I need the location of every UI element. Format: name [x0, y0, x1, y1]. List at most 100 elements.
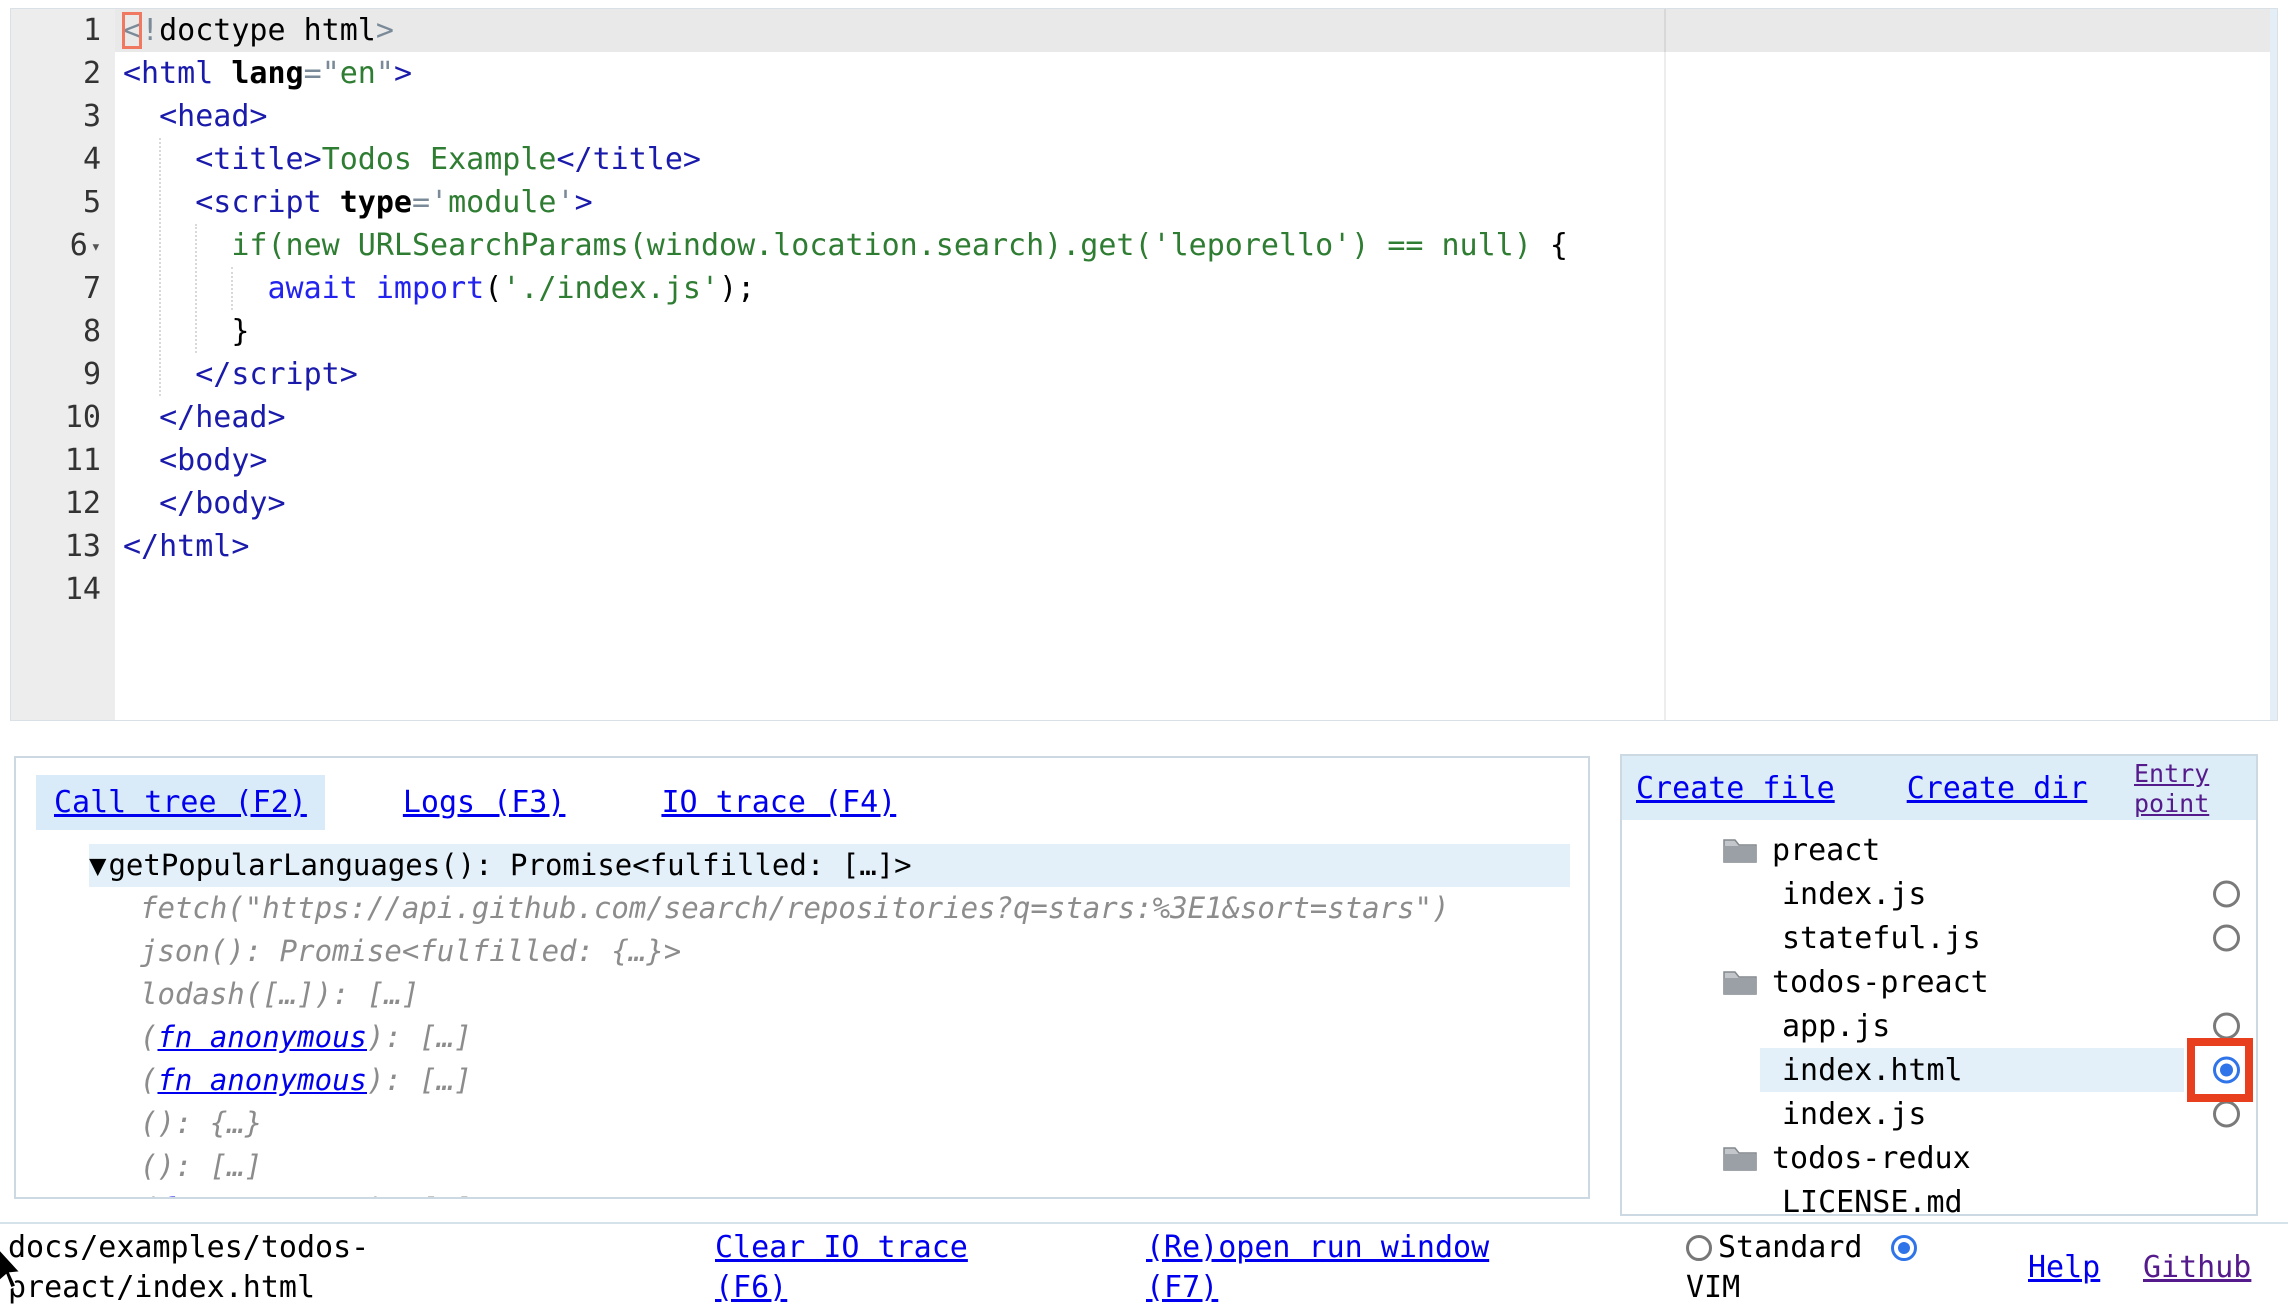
code-token: = [412, 185, 430, 220]
vim-mode-label: VIM [1686, 1268, 1740, 1308]
folder-row-todos-redux[interactable]: todos-redux [1622, 1136, 2256, 1180]
github-link[interactable]: Github [2143, 1248, 2251, 1288]
line-number[interactable]: 1 [11, 9, 115, 52]
call-tree-row-label: getPopularLanguages(): Promise<fulfilled… [108, 848, 911, 882]
line-number[interactable]: 2 [11, 52, 115, 95]
code-line: 8 } [11, 310, 2277, 353]
code-line: 12 </body> [11, 482, 2277, 525]
file-name: app.js [1782, 1009, 1890, 1044]
file-name: todos-preact [1772, 965, 1989, 1000]
code-line: 13</html> [11, 525, 2277, 568]
code-token: './index.js' [502, 271, 719, 306]
call-tree-row[interactable]: (fn anonymous): […] [140, 1188, 1588, 1199]
call-tree-row-text: ( [140, 1063, 157, 1097]
code-token [123, 228, 231, 263]
collapse-arrow-icon[interactable]: ▼ [89, 848, 106, 882]
file-row-index-html[interactable]: index.html [1622, 1048, 2256, 1092]
call-tree-panel: Call tree (F2) Logs (F3) IO trace (F4) ▼ge… [14, 756, 1590, 1199]
vim-mode-radio[interactable] [1891, 1235, 1917, 1261]
line-number[interactable]: 8 [11, 310, 115, 353]
call-tree-row[interactable]: lodash([…]): […] [140, 973, 1588, 1016]
file-name: stateful.js [1782, 921, 1981, 956]
call-tree-row[interactable]: (fn anonymous): […] [140, 1059, 1588, 1102]
create-file-link[interactable]: Create file [1636, 771, 1835, 806]
call-tree-row-text: json(): Promise<fulfilled: {…}> [140, 934, 681, 968]
folder-icon [1722, 836, 1758, 864]
line-number[interactable]: 10 [11, 396, 115, 439]
line-number[interactable]: 9 [11, 353, 115, 396]
call-tree: ▼getPopularLanguages(): Promise<fulfille… [16, 844, 1588, 1199]
mouse-cursor-icon [0, 1248, 24, 1290]
fn-anonymous-link[interactable]: fn anonymous [157, 1020, 367, 1054]
fn-anonymous-link[interactable]: fn anonymous [157, 1063, 367, 1097]
call-tree-row[interactable]: (): {…} [140, 1102, 1588, 1145]
code-token: en [340, 56, 376, 91]
line-number[interactable]: 3 [11, 95, 115, 138]
file-name: index.js [1782, 1097, 1927, 1132]
call-tree-row[interactable]: json(): Promise<fulfilled: {…}> [140, 930, 1588, 973]
code-token: </script> [195, 357, 358, 392]
create-dir-link[interactable]: Create dir [1907, 771, 2088, 806]
fn-anonymous-link[interactable]: fn anonymous [157, 1192, 367, 1199]
line-number[interactable]: 11 [11, 439, 115, 482]
code-token: Todos Example [322, 142, 557, 177]
code-token: " [376, 56, 394, 91]
tab-logs-f3[interactable]: Logs (F3) [385, 775, 584, 830]
tab-call-tree-f2[interactable]: Call tree (F2) [36, 775, 325, 830]
code-line: 2<html lang="en"> [11, 52, 2277, 95]
file-row-stateful-js[interactable]: stateful.js [1622, 916, 2256, 960]
code-line: 1<!doctype html> [11, 9, 2277, 52]
folder-row-todos-preact[interactable]: todos-preact [1622, 960, 2256, 1004]
call-tree-row-text: fetch("https://api.github.com/search/rep… [140, 891, 1449, 925]
file-row-index-js[interactable]: index.js [1622, 1092, 2256, 1136]
call-tree-row[interactable]: (): […] [140, 1145, 1588, 1188]
call-tree-row-text: ): […] [367, 1063, 472, 1097]
help-link[interactable]: Help [2028, 1248, 2100, 1288]
file-row-license-md[interactable]: LICENSE.md [1622, 1180, 2256, 1216]
code-line-text: <head> [115, 95, 2277, 138]
keybinding-mode-group: Standard VIM [1686, 1228, 2006, 1308]
line-number[interactable]: 14 [11, 568, 115, 611]
tab-io-trace-f4[interactable]: IO trace (F4) [643, 775, 914, 830]
code-token: </body> [159, 486, 285, 521]
code-line-text: </script> [115, 353, 2277, 396]
line-number[interactable]: 6▾ [11, 224, 115, 267]
code-line-text: } [115, 310, 2277, 353]
file-panel: Create file Create dir Entry point preac… [1620, 754, 2258, 1216]
code-token: = [304, 56, 322, 91]
mode-line-2: VIM [1686, 1268, 2006, 1308]
fold-marker-icon[interactable]: ▾ [91, 237, 101, 257]
call-tree-row-text: (): […] [140, 1149, 262, 1183]
entry-point-link[interactable]: Entry point [2134, 759, 2248, 819]
call-tree-row[interactable]: fetch("https://api.github.com/search/rep… [140, 887, 1588, 930]
file-name: todos-redux [1772, 1141, 1971, 1176]
reopen-run-window-link[interactable]: (Re)open run window (F7) [1146, 1228, 1506, 1308]
entry-point-radio[interactable] [2213, 925, 2240, 952]
entry-point-radio[interactable] [2213, 881, 2240, 908]
entry-point-radio[interactable] [2213, 1057, 2240, 1084]
folder-row-preact[interactable]: preact [1622, 828, 2256, 872]
entry-point-radio[interactable] [2213, 1013, 2240, 1040]
line-number[interactable]: 5 [11, 181, 115, 224]
call-tree-row-selected[interactable]: ▼getPopularLanguages(): Promise<fulfille… [89, 844, 1570, 887]
file-name: preact [1772, 833, 1880, 868]
line-number[interactable]: 4 [11, 138, 115, 181]
code-token: { [1550, 228, 1568, 263]
column-ruler [1664, 9, 1666, 720]
code-line: 5 <script type='module'> [11, 181, 2277, 224]
code-line-text: await import('./index.js'); [115, 267, 2277, 310]
code-token: </html> [123, 529, 249, 564]
line-number[interactable]: 13 [11, 525, 115, 568]
call-tree-row[interactable]: (fn anonymous): […] [140, 1016, 1588, 1059]
line-number[interactable]: 12 [11, 482, 115, 525]
file-row-app-js[interactable]: app.js [1622, 1004, 2256, 1048]
code-token: ! [141, 13, 159, 48]
line-number[interactable]: 7 [11, 267, 115, 310]
file-name: LICENSE.md [1782, 1185, 1963, 1217]
file-row-index-js[interactable]: index.js [1622, 872, 2256, 916]
clear-io-trace-link[interactable]: Clear IO trace (F6) [715, 1228, 995, 1308]
entry-point-radio[interactable] [2213, 1101, 2240, 1128]
standard-mode-radio[interactable] [1686, 1235, 1712, 1261]
code-token [213, 56, 231, 91]
code-editor[interactable]: 1<!doctype html>2<html lang="en">3 <head… [10, 8, 2278, 721]
